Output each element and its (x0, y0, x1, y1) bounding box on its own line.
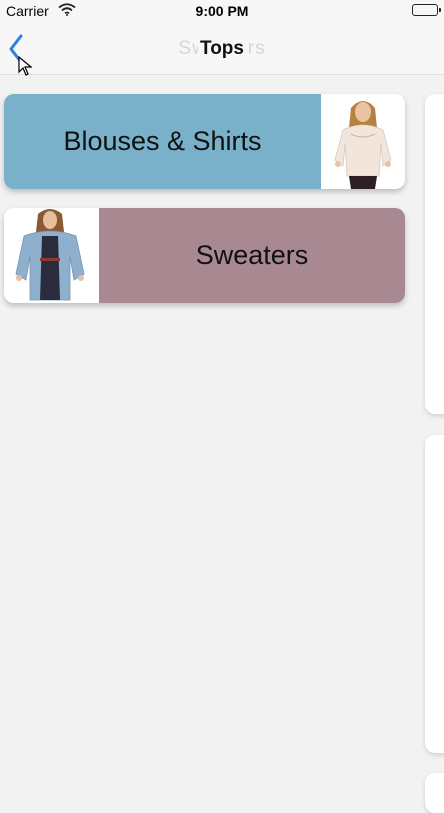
battery-icon (412, 4, 441, 16)
category-label: Sweaters (99, 208, 405, 303)
side-card[interactable] (425, 94, 444, 414)
side-card[interactable] (425, 773, 444, 813)
navigation-bar: Sweaters Tops (0, 22, 444, 75)
status-bar: Carrier 9:00 PM (0, 0, 444, 22)
cardigan-photo (4, 208, 99, 303)
category-card-sweaters[interactable]: Sweaters (4, 208, 405, 303)
blouse-photo (321, 94, 405, 189)
mouse-cursor-icon (18, 56, 32, 76)
category-label: Blouses & Shirts (4, 94, 321, 189)
category-list: Blouses & Shirts Sweaters (0, 75, 444, 813)
category-card-blouses[interactable]: Blouses & Shirts (4, 94, 405, 189)
side-card[interactable] (425, 435, 444, 753)
page-title: Tops (198, 38, 246, 59)
clock: 9:00 PM (195, 3, 249, 19)
